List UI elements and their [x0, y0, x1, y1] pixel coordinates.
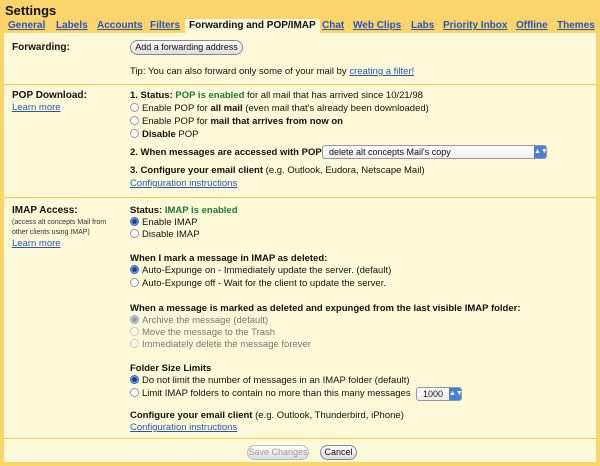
radio-icon[interactable] [130, 327, 139, 336]
status-suffix: for all mail that has arrived since 10/2… [244, 90, 423, 101]
text: Enable IMAP [142, 217, 198, 228]
imap-config-instructions-link[interactable]: Configuration instructions [130, 422, 237, 433]
move-to-trash-radio[interactable]: Move the message to the Trash [130, 327, 275, 338]
status-prefix: 1. Status: [130, 90, 176, 101]
tab-priority-inbox[interactable]: Priority Inbox [443, 19, 507, 33]
text: Disable [142, 129, 176, 140]
text: 3. Configure your email client [130, 165, 264, 176]
disable-imap-radio[interactable]: Disable IMAP [130, 229, 200, 240]
forwarding-label: Forwarding: [12, 42, 70, 53]
pop-status-value: POP is enabled [175, 90, 245, 101]
tip-text: Tip: You can also forward only some of y… [130, 66, 350, 77]
imap-expunged-heading: When a message is marked as deleted and … [130, 303, 521, 314]
imap-learn-more-link[interactable]: Learn more [12, 238, 61, 249]
text: mail that arrives from now on [210, 116, 343, 127]
text: Configure your email client [130, 410, 253, 421]
select-value: 1000 [423, 389, 444, 399]
divider [4, 84, 596, 85]
text: POP [175, 129, 199, 140]
radio-icon[interactable] [130, 278, 139, 287]
text: (even mail that's already been downloade… [242, 103, 429, 114]
save-changes-button[interactable]: Save Changes [247, 445, 309, 460]
limit-radio[interactable]: Limit IMAP folders to contain no more th… [130, 388, 411, 399]
imap-subtext-1: (access alt concepts Mail from [12, 219, 107, 226]
tab-themes[interactable]: Themes [557, 19, 595, 33]
text: all mail [210, 103, 243, 114]
text: Enable POP for [142, 116, 211, 127]
pop-all-mail-radio[interactable]: Enable POP for all mail (even mail that'… [130, 103, 429, 114]
radio-icon[interactable] [130, 129, 139, 138]
text: Immediately delete the message forever [142, 339, 311, 350]
imap-subtext-2: other clients using IMAP) [12, 229, 90, 236]
text: Move the message to the Trash [142, 327, 276, 338]
select-arrows-icon: ▲▼ [534, 146, 548, 158]
text: Archive the message (default) [142, 315, 269, 326]
archive-message-radio[interactable]: Archive the message (default) [130, 315, 268, 326]
radio-icon[interactable] [130, 315, 139, 324]
text: Auto-Expunge off - Wait for the client t… [142, 278, 386, 289]
pop-access-select[interactable]: delete alt concepts Mail's copy ▲▼ [322, 145, 548, 159]
select-arrows-icon: ▲▼ [449, 388, 463, 400]
text: Auto-Expunge on - Immediately update the… [142, 265, 392, 276]
radio-icon[interactable] [130, 103, 139, 112]
disable-pop-radio[interactable]: Disable POP [130, 129, 199, 140]
text: Do not limit the number of messages in a… [142, 375, 410, 386]
imap-client-text: Configure your email client (e.g. Outloo… [130, 410, 404, 421]
imap-status: Status: IMAP is enabled [130, 205, 238, 216]
radio-icon[interactable] [130, 339, 139, 348]
tab-filters[interactable]: Filters [150, 19, 180, 33]
imap-access-label: IMAP Access: [12, 205, 78, 216]
tab-web-clips[interactable]: Web Clips [353, 19, 401, 33]
add-forwarding-address-button[interactable]: Add a forwarding address [130, 40, 243, 55]
imap-status-value: IMAP is enabled [164, 205, 238, 216]
radio-icon[interactable] [130, 116, 139, 125]
text: Disable IMAP [142, 229, 200, 240]
pop-from-now-radio[interactable]: Enable POP for mail that arrives from no… [130, 116, 343, 127]
forwarding-tip: Tip: You can also forward only some of y… [130, 66, 414, 77]
pop-status: 1. Status: POP is enabled for all mail t… [130, 90, 423, 101]
radio-icon[interactable] [130, 375, 139, 384]
divider [4, 438, 596, 439]
pop-config-instructions-link[interactable]: Configuration instructions [130, 178, 237, 189]
radio-icon[interactable] [130, 265, 139, 274]
pop-learn-more-link[interactable]: Learn more [12, 102, 61, 113]
tab-labs[interactable]: Labs [411, 19, 434, 33]
radio-icon[interactable] [130, 217, 139, 226]
auto-expunge-off-radio[interactable]: Auto-Expunge off - Wait for the client t… [130, 278, 386, 289]
settings-tabs: General Labels Accounts Filters Forwardi… [0, 19, 600, 33]
tab-forwarding-pop-imap[interactable]: Forwarding and POP/IMAP [185, 19, 320, 33]
tab-labels[interactable]: Labels [56, 19, 88, 33]
page-title: Settings [5, 3, 57, 18]
tab-offline[interactable]: Offline [516, 19, 548, 33]
text: (e.g. Outlook, Eudora, Netscape Mail) [263, 165, 425, 176]
auto-expunge-on-radio[interactable]: Auto-Expunge on - Immediately update the… [130, 265, 391, 276]
folder-size-heading: Folder Size Limits [130, 363, 212, 374]
divider [4, 197, 596, 198]
tab-chat[interactable]: Chat [322, 19, 344, 33]
text: Status: [130, 205, 165, 216]
creating-filter-link[interactable]: creating a filter! [349, 66, 414, 77]
text: Enable POP for [142, 103, 211, 114]
delete-forever-radio[interactable]: Immediately delete the message forever [130, 339, 311, 350]
text: (e.g. Outlook, Thunderbird, iPhone) [252, 410, 404, 421]
pop-download-label: POP Download: [12, 90, 87, 101]
cancel-button[interactable]: Cancel [320, 445, 357, 460]
pop-access-label: 2. When messages are accessed with POP [130, 147, 322, 158]
tab-general[interactable]: General [8, 19, 45, 33]
folder-limit-select[interactable]: 1000 ▲▼ [416, 387, 463, 401]
text: Limit IMAP folders to contain no more th… [142, 388, 411, 399]
select-value: delete alt concepts Mail's copy [329, 147, 451, 157]
radio-icon[interactable] [130, 388, 139, 397]
enable-imap-radio[interactable]: Enable IMAP [130, 217, 197, 228]
pop-client-text: 3. Configure your email client (e.g. Out… [130, 165, 425, 176]
tab-accounts[interactable]: Accounts [97, 19, 143, 33]
radio-icon[interactable] [130, 229, 139, 238]
imap-deleted-heading: When I mark a message in IMAP as deleted… [130, 253, 328, 264]
no-limit-radio[interactable]: Do not limit the number of messages in a… [130, 375, 410, 386]
